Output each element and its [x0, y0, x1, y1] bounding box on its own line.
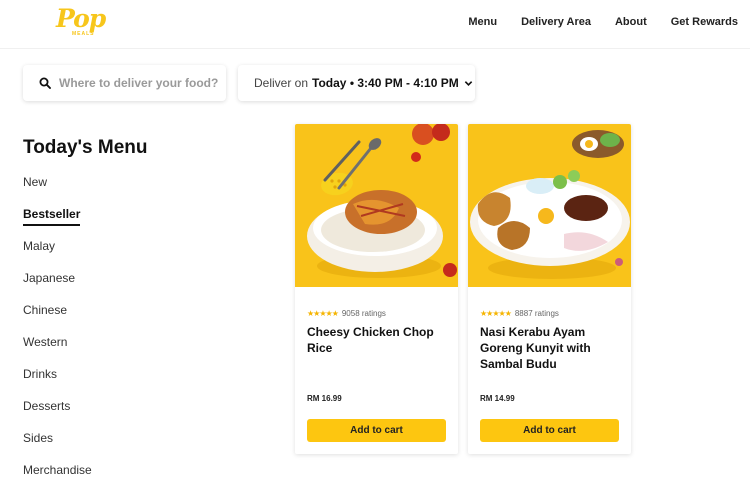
- pop-meals-logo[interactable]: Pop MEALS: [56, 4, 108, 38]
- category-desserts[interactable]: Desserts: [23, 399, 70, 413]
- category-chinese[interactable]: Chinese: [23, 303, 67, 317]
- category-drinks[interactable]: Drinks: [23, 367, 57, 381]
- nav-menu[interactable]: Menu: [468, 16, 497, 28]
- add-to-cart-button[interactable]: Add to cart: [480, 419, 619, 442]
- nav-about[interactable]: About: [615, 16, 647, 28]
- product-image[interactable]: [295, 124, 458, 287]
- nav-delivery-area[interactable]: Delivery Area: [521, 16, 591, 28]
- delivery-time-value: Today • 3:40 PM - 4:10 PM: [312, 76, 459, 90]
- category-new[interactable]: New: [23, 175, 47, 189]
- category-bestseller[interactable]: Bestseller: [23, 207, 81, 226]
- address-search: [23, 65, 226, 101]
- star-rating-icon: ★★★★★: [307, 309, 339, 318]
- deliver-on-label: Deliver on: [254, 76, 309, 90]
- search-icon: [39, 77, 51, 89]
- logo-subtext: MEALS: [72, 31, 95, 37]
- top-nav: Menu Delivery Area About Get Rewards: [444, 16, 738, 28]
- search-input[interactable]: [59, 65, 224, 101]
- site-header: Pop MEALS Menu Delivery Area About Get R…: [0, 0, 750, 49]
- category-western[interactable]: Western: [23, 335, 67, 349]
- star-rating-icon: ★★★★★: [480, 309, 512, 318]
- category-malay[interactable]: Malay: [23, 239, 55, 253]
- product-price: RM 14.99: [480, 394, 515, 403]
- product-price: RM 16.99: [307, 394, 342, 403]
- product-card[interactable]: ★★★★★ 8887 ratings Nasi Kerabu Ayam Gore…: [468, 124, 631, 454]
- product-name[interactable]: Cheesy Chicken Chop Rice: [307, 324, 447, 356]
- rating-row: ★★★★★ 9058 ratings: [307, 309, 386, 318]
- rating-count: 8887 ratings: [514, 309, 559, 318]
- add-to-cart-button[interactable]: Add to cart: [307, 419, 446, 442]
- rating-count: 9058 ratings: [341, 309, 386, 318]
- logo-text: Pop: [56, 4, 106, 33]
- category-merchandise[interactable]: Merchandise: [23, 463, 92, 477]
- delivery-time-select[interactable]: Deliver on Today • 3:40 PM - 4:10 PM: [238, 65, 475, 101]
- product-card[interactable]: ★★★★★ 9058 ratings Cheesy Chicken Chop R…: [295, 124, 458, 454]
- menu-title: Today's Menu: [23, 137, 148, 158]
- category-sides[interactable]: Sides: [23, 431, 53, 445]
- rating-row: ★★★★★ 8887 ratings: [480, 309, 559, 318]
- chevron-down-icon: [464, 80, 472, 86]
- nav-get-rewards[interactable]: Get Rewards: [671, 16, 738, 28]
- product-image[interactable]: [468, 124, 631, 287]
- product-name[interactable]: Nasi Kerabu Ayam Goreng Kunyit with Samb…: [480, 324, 620, 372]
- category-japanese[interactable]: Japanese: [23, 271, 75, 285]
